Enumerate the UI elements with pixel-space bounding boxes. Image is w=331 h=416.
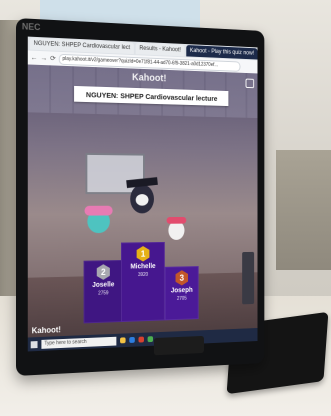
- second-place-avatar: [84, 205, 113, 234]
- player-score: 2705: [176, 295, 187, 302]
- player-name: Joselle: [92, 281, 115, 289]
- player-score: 2759: [98, 290, 109, 297]
- player-name: Michelle: [130, 263, 156, 271]
- monitor-screen: NGUYEN: SHPEP Cardiovascular lect Result…: [27, 36, 258, 352]
- third-place-avatar: [166, 216, 187, 240]
- classroom-scene: NEC NGUYEN: SHPEP Cardiovascular lect Re…: [0, 0, 331, 416]
- flower-crown-icon: [84, 205, 113, 216]
- player-name: Joseph: [170, 287, 193, 295]
- monitor-brand: NEC: [21, 21, 41, 33]
- taskbar-search-input[interactable]: Type here to search: [41, 336, 117, 349]
- back-arrow-icon[interactable]: ←: [31, 54, 38, 61]
- browser-tab-results[interactable]: Results - Kahoot!: [135, 42, 185, 57]
- edge-browser-icon[interactable]: [129, 336, 135, 343]
- forward-arrow-icon[interactable]: →: [40, 55, 47, 62]
- avatar-face: [135, 194, 149, 206]
- rank-badge: 3: [176, 270, 188, 286]
- podium-third: 3 Joseph 2705: [164, 266, 199, 321]
- podium-second: 2 Joselle 2759: [83, 259, 123, 324]
- winner-avatar: [126, 177, 158, 214]
- rank-badge: 1: [137, 246, 150, 262]
- chrome-icon[interactable]: [147, 336, 154, 343]
- flower-crown-icon: [166, 216, 187, 224]
- kahoot-bottom-logo: Kahoot!: [31, 325, 61, 336]
- player-score: 3920: [137, 271, 149, 278]
- podium-first: 1 Michelle 3920: [120, 241, 165, 323]
- monitor-stand: [153, 335, 204, 356]
- monitor: NEC NGUYEN: SHPEP Cardiovascular lect Re…: [16, 18, 265, 376]
- side-toolbar[interactable]: [242, 251, 255, 305]
- rank-badge: 2: [97, 264, 110, 280]
- file-explorer-icon[interactable]: [120, 337, 126, 344]
- office-app-icon[interactable]: [138, 336, 144, 343]
- windows-start-icon[interactable]: [30, 340, 38, 348]
- fullscreen-icon[interactable]: [245, 78, 255, 89]
- kahoot-stage: Kahoot! NGUYEN: SHPEP Cardiovascular lec…: [27, 64, 258, 338]
- right-door: [276, 150, 331, 270]
- kahoot-logo: Kahoot!: [132, 72, 167, 85]
- reload-icon[interactable]: ⟳: [50, 54, 56, 62]
